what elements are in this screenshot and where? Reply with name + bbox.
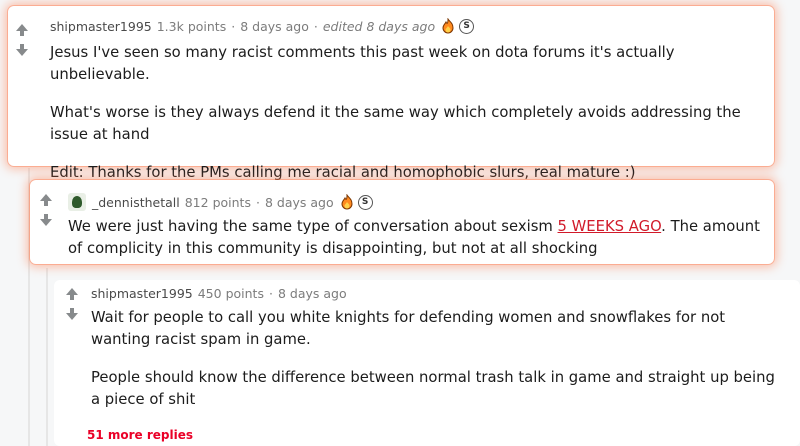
comment-card: shipmaster1995 450 points · 8 days ago W…	[54, 280, 800, 446]
vote-controls	[12, 24, 32, 56]
separator: ·	[268, 286, 273, 301]
username-link[interactable]: shipmaster1995	[91, 286, 193, 301]
avatar[interactable]	[68, 193, 86, 211]
timestamp[interactable]: 8 days ago	[265, 195, 334, 210]
downvote-icon[interactable]	[40, 214, 52, 226]
downvote-icon[interactable]	[16, 44, 28, 56]
comment-meta: shipmaster1995 450 points · 8 days ago	[91, 286, 347, 301]
separator: ·	[313, 18, 318, 34]
comment-body: Wait for people to call you white knight…	[91, 307, 781, 411]
points: 812 points	[184, 194, 251, 210]
silver-award-icon[interactable]: S	[357, 194, 373, 210]
comment-paragraph: Wait for people to call you white knight…	[91, 309, 726, 348]
comment-paragraph: People should know the difference betwee…	[91, 369, 775, 408]
downvote-icon[interactable]	[66, 308, 78, 320]
upvote-icon[interactable]	[40, 194, 52, 206]
thread-line[interactable]	[46, 268, 48, 446]
timestamp[interactable]: 8 days ago	[278, 286, 347, 301]
username-link[interactable]: shipmaster1995	[50, 19, 152, 34]
vote-controls	[36, 194, 56, 226]
upvote-icon[interactable]	[16, 24, 28, 36]
more-replies-link[interactable]: 51 more replies	[87, 428, 193, 442]
username-link[interactable]: _dennisthetall	[92, 195, 180, 210]
comment-meta: _dennisthetall 812 points · 8 days ago S	[68, 193, 373, 211]
silver-award-icon[interactable]: S	[459, 18, 475, 34]
fire-award-icon[interactable]	[340, 194, 354, 210]
upvote-icon[interactable]	[66, 288, 78, 300]
vote-controls	[62, 288, 82, 320]
separator: ·	[255, 194, 260, 210]
comment-card: shipmaster1995 1.3k points · 8 days ago …	[8, 6, 774, 181]
separator: ·	[231, 18, 236, 34]
weeks-ago-link[interactable]: 5 WEEKS AGO	[558, 218, 662, 235]
comment-card: _dennisthetall 812 points · 8 days ago S…	[30, 180, 774, 264]
comment-paragraph: Jesus I've seen so many racist comments …	[50, 44, 675, 83]
points: 1.3k points	[156, 18, 227, 34]
edited-timestamp: edited 8 days ago	[322, 18, 436, 34]
fire-award-icon[interactable]	[441, 18, 455, 34]
comment-body: We were just having the same type of con…	[68, 216, 768, 260]
comment-meta: shipmaster1995 1.3k points · 8 days ago …	[50, 18, 475, 34]
points: 450 points	[197, 286, 264, 301]
comment-text: We were just having the same type of con…	[68, 218, 558, 235]
comment-body: Jesus I've seen so many racist comments …	[50, 42, 766, 184]
timestamp[interactable]: 8 days ago	[240, 19, 309, 34]
comment-paragraph: What's worse is they always defend it th…	[50, 104, 741, 143]
